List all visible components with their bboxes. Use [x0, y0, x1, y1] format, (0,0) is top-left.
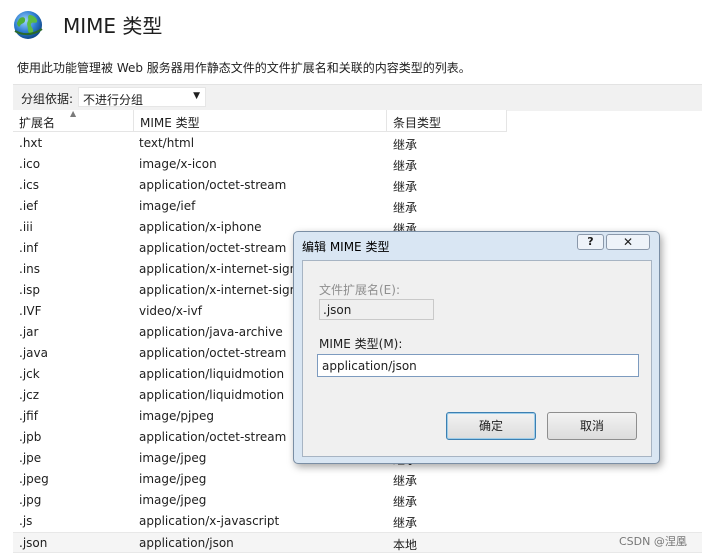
close-button[interactable]: ✕: [606, 234, 650, 250]
table-row[interactable]: .ief image/ief 继承: [13, 196, 702, 217]
table-row[interactable]: .jpeg image/jpeg 继承: [13, 469, 702, 490]
edit-mime-type-dialog: 编辑 MIME 类型 ? ✕ 文件扩展名(E): .json MIME 类型(M…: [293, 231, 660, 464]
mime-type-cell: image/ief: [139, 199, 196, 213]
dialog-title: 编辑 MIME 类型: [302, 240, 390, 254]
extension-cell: .jpg: [19, 493, 42, 507]
mime-type-cell: application/x-internet-signup: [139, 262, 294, 276]
entry-type-cell: 本地: [393, 538, 418, 552]
table-row[interactable]: .jpg image/jpeg 继承: [13, 490, 702, 511]
column-header-extension[interactable]: 扩展名 ▲: [13, 109, 134, 132]
extension-cell: .js: [19, 514, 33, 528]
extension-cell: .inf: [19, 241, 38, 255]
extension-cell: .java: [19, 346, 48, 360]
help-button[interactable]: ?: [577, 234, 604, 250]
file-extension-field: .json: [319, 299, 434, 320]
extension-cell: .json: [19, 536, 48, 550]
mime-type-cell: image/jpeg: [139, 472, 207, 486]
globe-icon: [14, 11, 43, 39]
entry-type-cell: 继承: [393, 180, 418, 194]
extension-cell: .jck: [19, 367, 40, 381]
mime-type-cell: application/java-archive: [139, 325, 283, 339]
extension-cell: .iii: [19, 220, 33, 234]
mime-type-cell: application/octet-stream: [139, 430, 287, 444]
mime-type-cell: image/jpeg: [139, 451, 207, 465]
watermark: CSDN @涅凰: [619, 535, 687, 548]
file-extension-label: 文件扩展名(E):: [319, 283, 400, 297]
mime-type-cell: application/x-javascript: [139, 514, 280, 528]
mime-type-cell: text/html: [139, 136, 195, 150]
extension-cell: .isp: [19, 283, 41, 297]
cancel-button[interactable]: 取消: [547, 412, 637, 440]
entry-type-cell: 继承: [393, 495, 418, 509]
extension-cell: .ief: [19, 199, 38, 213]
mime-type-cell: application/x-internet-signup: [139, 283, 294, 297]
table-row[interactable]: .json application/json 本地: [13, 532, 702, 553]
page-title: MIME 类型: [63, 14, 163, 38]
entry-type-cell: 继承: [393, 138, 418, 152]
table-row[interactable]: .ics application/octet-stream 继承: [13, 175, 702, 196]
table-row[interactable]: .ico image/x-icon 继承: [13, 154, 702, 175]
entry-type-cell: 继承: [393, 201, 418, 215]
mime-type-cell: application/x-iphone: [139, 220, 262, 234]
table-row[interactable]: .hxt text/html 继承: [13, 133, 702, 154]
group-by-value: 不进行分组: [83, 93, 144, 107]
mime-type-cell: application/octet-stream: [139, 346, 287, 360]
mime-type-cell: application/octet-stream: [139, 178, 287, 192]
group-by-select[interactable]: 不进行分组 ▼: [78, 87, 206, 107]
extension-cell: .ics: [19, 178, 39, 192]
mime-type-cell: application/liquidmotion: [139, 367, 285, 381]
extension-cell: .ico: [19, 157, 41, 171]
entry-type-cell: 继承: [393, 159, 418, 173]
mime-type-cell: image/x-icon: [139, 157, 217, 171]
entry-type-cell: 继承: [393, 474, 418, 488]
sort-ascending-icon: ▲: [70, 109, 77, 118]
mime-type-cell: image/pjpeg: [139, 409, 214, 423]
extension-cell: .IVF: [19, 304, 42, 318]
extension-cell: .ins: [19, 262, 41, 276]
extension-cell: .jcz: [19, 388, 40, 402]
mime-type-cell: application/octet-stream: [139, 241, 287, 255]
extension-cell: .jfif: [19, 409, 38, 423]
extension-cell: .jpeg: [19, 472, 49, 486]
mime-type-cell: image/jpeg: [139, 493, 207, 507]
ok-button[interactable]: 确定: [446, 412, 536, 440]
mime-type-label: MIME 类型(M):: [319, 337, 403, 351]
column-header-mime-type[interactable]: MIME 类型: [134, 110, 387, 132]
mime-type-cell: application/json: [139, 536, 234, 550]
mime-type-cell: application/liquidmotion: [139, 388, 285, 402]
extension-cell: .jpb: [19, 430, 42, 444]
extension-cell: .jpe: [19, 451, 42, 465]
chevron-down-icon: ▼: [193, 91, 200, 101]
column-header-entry-type[interactable]: 条目类型: [387, 110, 507, 132]
entry-type-cell: 继承: [393, 516, 418, 530]
table-row[interactable]: .js application/x-javascript 继承: [13, 511, 702, 532]
page-header: MIME 类型: [0, 0, 702, 56]
mime-type-cell: video/x-ivf: [139, 304, 202, 318]
group-by-label: 分组依据:: [21, 92, 74, 106]
mime-type-input[interactable]: application/json: [317, 354, 639, 377]
dialog-body: 文件扩展名(E): .json MIME 类型(M): application/…: [302, 260, 652, 457]
extension-cell: .hxt: [19, 136, 43, 150]
group-by-toolbar: 分组依据: 不进行分组 ▼: [13, 84, 702, 111]
extension-cell: .jar: [19, 325, 39, 339]
page-description: 使用此功能管理被 Web 服务器用作静态文件的文件扩展名和关联的内容类型的列表。: [17, 61, 471, 75]
